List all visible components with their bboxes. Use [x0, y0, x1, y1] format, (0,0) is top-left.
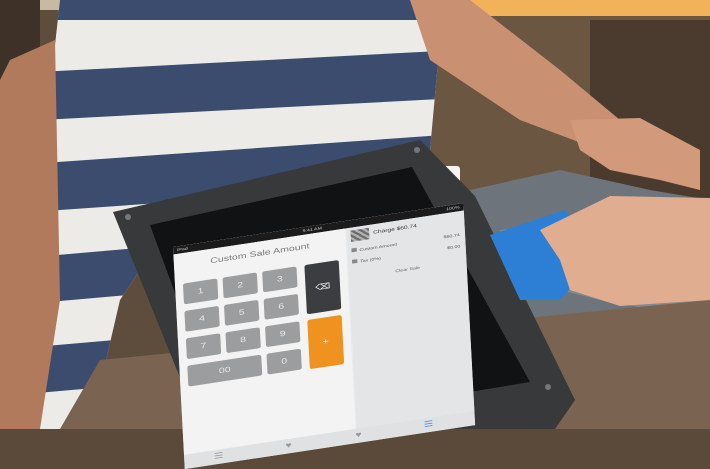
key-0[interactable]: 0: [266, 348, 302, 375]
row-label: Custom Amount: [359, 241, 398, 253]
stand-screw: [414, 147, 420, 153]
list-icon[interactable]: ☰: [213, 451, 224, 461]
heart-icon[interactable]: ♥: [353, 430, 364, 440]
row-label: Tax (0%): [359, 255, 381, 264]
qr-thumbnail: [350, 227, 370, 242]
tag-icon[interactable]: ♥: [283, 441, 294, 450]
key-6[interactable]: 6: [263, 293, 299, 320]
photo-scene: iPad 9:41 AM 100% Custom Sale Amount 1 2…: [0, 0, 710, 469]
tablet-screen: iPad 9:41 AM 100% Custom Sale Amount 1 2…: [173, 203, 476, 469]
key-4[interactable]: 4: [184, 305, 220, 332]
charge-button[interactable]: Charge $60.74: [373, 223, 417, 235]
key-7[interactable]: 7: [185, 333, 222, 360]
backspace-key[interactable]: ⌫: [304, 260, 342, 315]
row-value: $60.74: [443, 232, 460, 240]
key-2[interactable]: 2: [222, 272, 258, 299]
item-icon: [351, 247, 357, 253]
key-00[interactable]: 00: [187, 354, 263, 387]
order-panel: Charge $60.74 Custom Amount $60.74 Tax (…: [346, 210, 475, 429]
tax-icon: [351, 259, 358, 264]
grid-icon[interactable]: ☰: [423, 419, 434, 429]
key-8[interactable]: 8: [225, 327, 261, 354]
row-value: $0.00: [446, 243, 461, 251]
key-9[interactable]: 9: [265, 321, 301, 348]
stand-screw: [125, 214, 131, 220]
add-item-key[interactable]: +: [307, 314, 345, 370]
key-3[interactable]: 3: [262, 266, 298, 293]
keypad-panel: Custom Sale Amount 1 2 3 4 5 6 7 8 9 00 …: [173, 228, 356, 455]
key-1[interactable]: 1: [182, 278, 219, 305]
key-5[interactable]: 5: [223, 299, 260, 326]
stand-screw: [545, 384, 551, 390]
